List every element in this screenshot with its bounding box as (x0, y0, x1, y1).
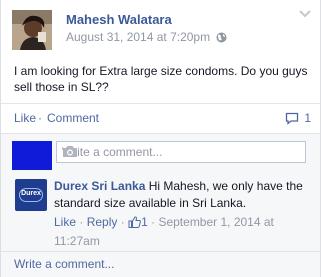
comment-meta: Like · Reply · 1 · September 1, 2014 at … (54, 214, 312, 250)
post-text: I am looking for Extra large size condom… (14, 64, 308, 94)
post-timestamp[interactable]: August 31, 2014 at 7:20pm (66, 30, 210, 44)
comment-likes[interactable]: 1 (128, 215, 148, 229)
camera-icon[interactable] (62, 145, 300, 161)
separator-dot: · (120, 215, 125, 229)
viewer-avatar (12, 141, 52, 170)
comment-likes-count: 1 (141, 215, 148, 229)
separator-dot: · (38, 111, 42, 125)
comment-body: Durex Sri Lanka Hi Mahesh, we only have … (54, 178, 312, 212)
like-button[interactable]: Like (14, 104, 36, 133)
post-meta: August 31, 2014 at 7:20pm (66, 29, 227, 47)
comment-input[interactable]: Write a comment... (56, 141, 306, 163)
write-comment-bar[interactable]: Write a comment... (1, 251, 320, 277)
comment-count-value: 1 (304, 111, 311, 125)
author-avatar[interactable] (12, 10, 52, 50)
globe-icon (216, 31, 227, 47)
chevron-down-icon[interactable] (299, 8, 311, 18)
durex-page-avatar[interactable]: Durex (15, 179, 47, 211)
comment-like-button[interactable]: Like (54, 215, 76, 229)
comment-count[interactable]: 1 (285, 111, 311, 125)
comment-bubble-icon (285, 111, 304, 125)
comment-button[interactable]: Comment (47, 104, 99, 133)
write-comment-link[interactable]: Write a comment... (14, 257, 114, 271)
facebook-post-card: Mahesh Walatara August 31, 2014 at 7:20p… (0, 0, 321, 277)
post-actions-bar: Like · Comment 1 (1, 103, 320, 134)
comment-reply-button[interactable]: Reply (87, 215, 118, 229)
post-author-name[interactable]: Mahesh Walatara (66, 12, 172, 28)
separator-dot: · (151, 215, 156, 229)
thumbs-up-icon (128, 216, 141, 233)
separator-dot: · (79, 215, 84, 229)
comment-author[interactable]: Durex Sri Lanka (54, 179, 145, 193)
durex-logo-text: Durex (21, 190, 41, 197)
comments-section: Write a comment... Durex Durex Sri Lanka… (1, 134, 320, 277)
